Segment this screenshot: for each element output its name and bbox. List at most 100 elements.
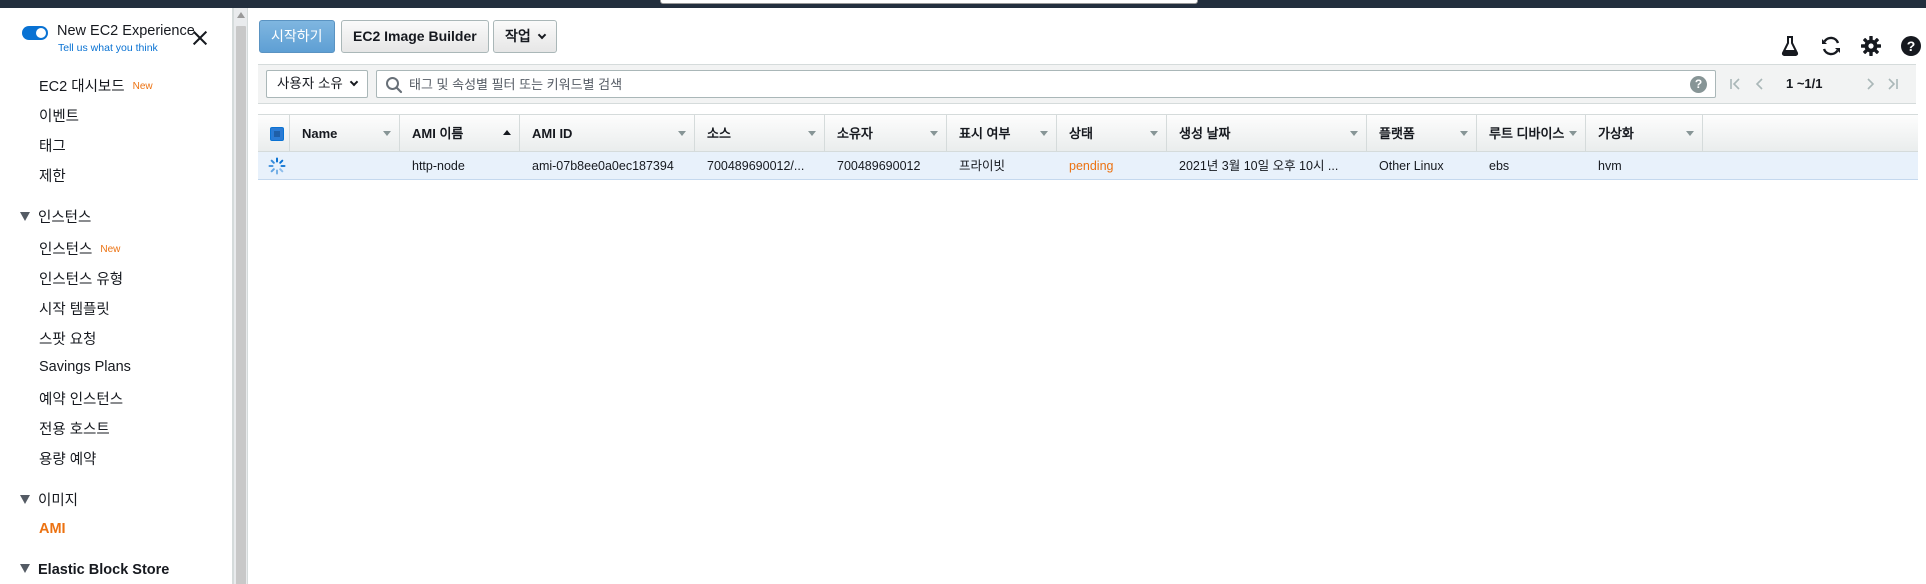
first-page-icon[interactable] — [1728, 76, 1744, 92]
sidebar-item-instances[interactable]: 인스턴스 New — [39, 238, 120, 259]
cell-visibility: 프라이빗 — [959, 159, 1006, 173]
column-header-owner[interactable]: 소유자 — [825, 115, 947, 152]
column-header-label: 가상화 — [1598, 126, 1634, 141]
new-badge: New — [132, 81, 153, 92]
column-header-root-device[interactable]: 루트 디바이스 — [1477, 115, 1586, 152]
last-page-icon[interactable] — [1884, 76, 1900, 92]
flask-icon[interactable] — [1778, 34, 1802, 58]
collapse-triangle-icon — [20, 212, 30, 221]
cell-status: pending — [1069, 159, 1114, 173]
sort-ascending-icon — [503, 130, 511, 135]
column-header-label: 루트 디바이스 — [1489, 126, 1565, 141]
refresh-icon[interactable] — [1819, 34, 1843, 58]
column-header-label: 소유자 — [837, 126, 873, 141]
cell-ami-name: http-node — [412, 159, 465, 173]
cell-creation-date: 2021년 3월 10일 오후 10시 ... — [1179, 159, 1339, 173]
sidebar-section-label: 이미지 — [38, 493, 79, 509]
search-input[interactable] — [409, 74, 1679, 94]
sort-caret-icon — [1150, 131, 1158, 136]
feedback-link[interactable]: Tell us what you think — [58, 42, 158, 54]
column-header-creation-date[interactable]: 생성 날짜 — [1167, 115, 1367, 152]
global-search-edge[interactable] — [660, 0, 1198, 4]
collapse-triangle-icon — [20, 495, 30, 504]
column-header-source[interactable]: 소스 — [695, 115, 825, 152]
cell-name — [290, 152, 400, 180]
sidebar-section-elastic-block-store[interactable]: Elastic Block Store — [20, 562, 169, 578]
column-header-status[interactable]: 상태 — [1057, 115, 1167, 152]
cell-virtualization: hvm — [1598, 159, 1622, 173]
column-header-visibility[interactable]: 표시 여부 — [947, 115, 1057, 152]
sidebar-item-ami[interactable]: AMI — [39, 521, 66, 537]
sidebar-item-tags[interactable]: 태그 — [39, 135, 66, 156]
sidebar-item-savings-plans[interactable]: Savings Plans — [39, 359, 131, 375]
sidebar-item-launch-templates[interactable]: 시작 템플릿 — [39, 298, 110, 319]
table-row[interactable]: http-node ami-07b8ee0a0ec187394 70048969… — [258, 152, 1918, 180]
launch-button[interactable]: 시작하기 — [259, 20, 335, 53]
sidebar-section-label: 인스턴스 — [38, 210, 92, 226]
sidebar-item-reserved-instances[interactable]: 예약 인스턴스 — [39, 388, 123, 409]
sidebar-item-instance-types[interactable]: 인스턴스 유형 — [39, 268, 123, 289]
previous-page-icon[interactable] — [1752, 76, 1768, 92]
cell-source: 700489690012/... — [707, 159, 805, 173]
sort-caret-icon — [1040, 131, 1048, 136]
column-header-name[interactable]: Name — [290, 115, 400, 152]
actions-dropdown-button[interactable]: 작업 — [493, 20, 557, 53]
sidebar-section-label: Elastic Block Store — [38, 562, 170, 578]
svg-text:?: ? — [1907, 38, 1916, 54]
column-header-virtualization[interactable]: 가상화 — [1586, 115, 1703, 152]
sort-caret-icon — [1350, 131, 1358, 136]
sidebar-item-ec2-dashboard[interactable]: EC2 대시보드 New — [39, 75, 153, 96]
help-icon[interactable]: ? — [1899, 34, 1923, 58]
select-all-header — [258, 115, 290, 152]
sidebar-item-limits[interactable]: 제한 — [39, 165, 66, 186]
page-indicator: 1 ~1/1 — [1786, 76, 1823, 91]
select-all-checkbox[interactable] — [270, 127, 284, 141]
table-header: Name AMI 이름 AMI ID 소스 소유자 표시 여부 상태 생성 날짜… — [258, 114, 1918, 152]
search-help-icon[interactable]: ? — [1690, 76, 1707, 93]
main-content: 시작하기 EC2 Image Builder 작업 ? 사용자 소유 태그 및 … — [248, 8, 1926, 584]
cell-platform: Other Linux — [1379, 159, 1444, 173]
column-header-label: 표시 여부 — [959, 126, 1011, 141]
column-header-platform[interactable]: 플랫폼 — [1367, 115, 1477, 152]
ami-table: Name AMI 이름 AMI ID 소스 소유자 표시 여부 상태 생성 날짜… — [258, 114, 1918, 180]
sort-caret-icon — [808, 131, 816, 136]
sidebar-item-spot-requests[interactable]: 스팟 요청 — [39, 328, 96, 349]
sidebar-section-instances[interactable]: 인스턴스 — [20, 206, 91, 227]
owner-filter-select[interactable]: 사용자 소유 — [266, 70, 368, 98]
column-header-label: AMI ID — [532, 126, 573, 141]
sidebar-item-capacity-reservations[interactable]: 용량 예약 — [39, 448, 96, 469]
next-page-icon[interactable] — [1862, 76, 1878, 92]
sidebar-item-label: EC2 대시보드 — [39, 79, 125, 95]
sort-caret-icon — [1569, 131, 1577, 136]
sidebar-item-dedicated-hosts[interactable]: 전용 호스트 — [39, 418, 110, 439]
loading-spinner-icon — [268, 157, 286, 175]
column-header-label: Name — [302, 126, 338, 141]
column-header-label: 상태 — [1069, 126, 1093, 141]
column-header-label: 생성 날짜 — [1179, 126, 1231, 141]
top-nav-bar — [0, 0, 1926, 8]
actions-label: 작업 — [505, 28, 531, 44]
chevron-down-icon — [537, 30, 547, 40]
scroll-up-icon[interactable] — [237, 12, 245, 18]
new-badge: New — [100, 244, 121, 255]
close-icon[interactable] — [190, 28, 210, 48]
scrollbar-thumb[interactable] — [236, 26, 246, 584]
pagination: 1 ~1/1 — [1722, 64, 1912, 104]
search-box: ? — [376, 70, 1716, 98]
sidebar: New EC2 Experience Tell us what you thin… — [0, 8, 233, 584]
ec2-image-builder-button[interactable]: EC2 Image Builder — [341, 20, 489, 53]
owner-filter-label: 사용자 소유 — [277, 76, 343, 91]
sidebar-section-images[interactable]: 이미지 — [20, 489, 78, 510]
column-header-ami-id[interactable]: AMI ID — [520, 115, 695, 152]
gear-icon[interactable] — [1859, 34, 1883, 58]
column-header-label: AMI 이름 — [412, 126, 464, 141]
sidebar-item-events[interactable]: 이벤트 — [39, 105, 79, 126]
column-header-ami-name[interactable]: AMI 이름 — [400, 115, 520, 152]
sidebar-scrollbar[interactable] — [233, 8, 248, 584]
cell-root-device: ebs — [1489, 159, 1510, 173]
filter-bar: 사용자 소유 ? — [258, 64, 1916, 104]
column-header-label: 소스 — [707, 126, 731, 141]
column-header-label: 플랫폼 — [1379, 126, 1415, 141]
cell-ami-id: ami-07b8ee0a0ec187394 — [532, 159, 674, 173]
new-experience-toggle[interactable] — [22, 26, 48, 40]
